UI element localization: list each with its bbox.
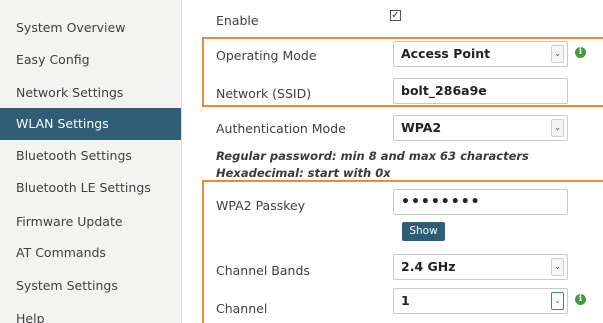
chevron-down-icon[interactable]: ⌄ [551, 292, 564, 310]
chevron-down-icon[interactable]: ⌄ [551, 258, 564, 276]
wlan-settings-form: Enable ✓ Operating Mode Access Point ⌄ i… [182, 0, 603, 323]
operating-mode-label: Operating Mode [216, 48, 317, 63]
sidebar-item-easy-config[interactable]: Easy Config [0, 44, 181, 76]
auth-mode-value: WPA2 [401, 120, 442, 135]
channel-value: 1 [401, 293, 410, 308]
passkey-input[interactable]: •••••••• [393, 189, 568, 215]
sidebar-item-network-settings[interactable]: Network Settings [0, 77, 181, 109]
auth-mode-select[interactable]: WPA2 ⌄ [393, 115, 568, 141]
info-icon[interactable]: i [575, 294, 586, 305]
sidebar-item-at-commands[interactable]: AT Commands [0, 237, 181, 269]
passkey-value: •••••••• [401, 194, 481, 210]
show-password-button[interactable]: Show [402, 222, 445, 241]
passkey-label: WPA2 Passkey [216, 198, 306, 213]
sidebar: System Overview Easy Config Network Sett… [0, 0, 181, 323]
enable-checkbox[interactable]: ✓ [390, 10, 401, 21]
sidebar-item-firmware-update[interactable]: Firmware Update [0, 206, 181, 238]
enable-label: Enable [216, 13, 259, 28]
operating-mode-value: Access Point [401, 46, 491, 61]
ssid-label: Network (SSID) [216, 86, 312, 101]
ssid-input[interactable]: bolt_286a9e [393, 78, 568, 104]
channel-select[interactable]: 1 ⌄ [393, 288, 568, 314]
channel-bands-label: Channel Bands [216, 263, 310, 278]
auth-mode-label: Authentication Mode [216, 121, 346, 136]
sidebar-item-system-overview[interactable]: System Overview [0, 12, 181, 44]
chevron-down-icon[interactable]: ⌄ [551, 119, 564, 137]
ssid-value: bolt_286a9e [401, 83, 487, 98]
password-hint-regular: Regular password: min 8 and max 63 chara… [216, 149, 529, 163]
channel-bands-value: 2.4 GHz [401, 259, 456, 274]
channel-label: Channel [216, 301, 268, 316]
channel-bands-select[interactable]: 2.4 GHz ⌄ [393, 254, 568, 280]
sidebar-item-system-settings[interactable]: System Settings [0, 270, 181, 302]
info-icon[interactable]: i [575, 47, 586, 58]
sidebar-item-wlan-settings[interactable]: WLAN Settings [0, 108, 181, 140]
sidebar-item-bluetooth-le-settings[interactable]: Bluetooth LE Settings [0, 172, 181, 204]
chevron-down-icon[interactable]: ⌄ [551, 45, 564, 63]
sidebar-item-bluetooth-settings[interactable]: Bluetooth Settings [0, 140, 181, 172]
sidebar-item-help[interactable]: Help [0, 303, 181, 323]
password-hint-hex: Hexadecimal: start with 0x [216, 166, 391, 180]
operating-mode-select[interactable]: Access Point ⌄ [393, 41, 568, 67]
